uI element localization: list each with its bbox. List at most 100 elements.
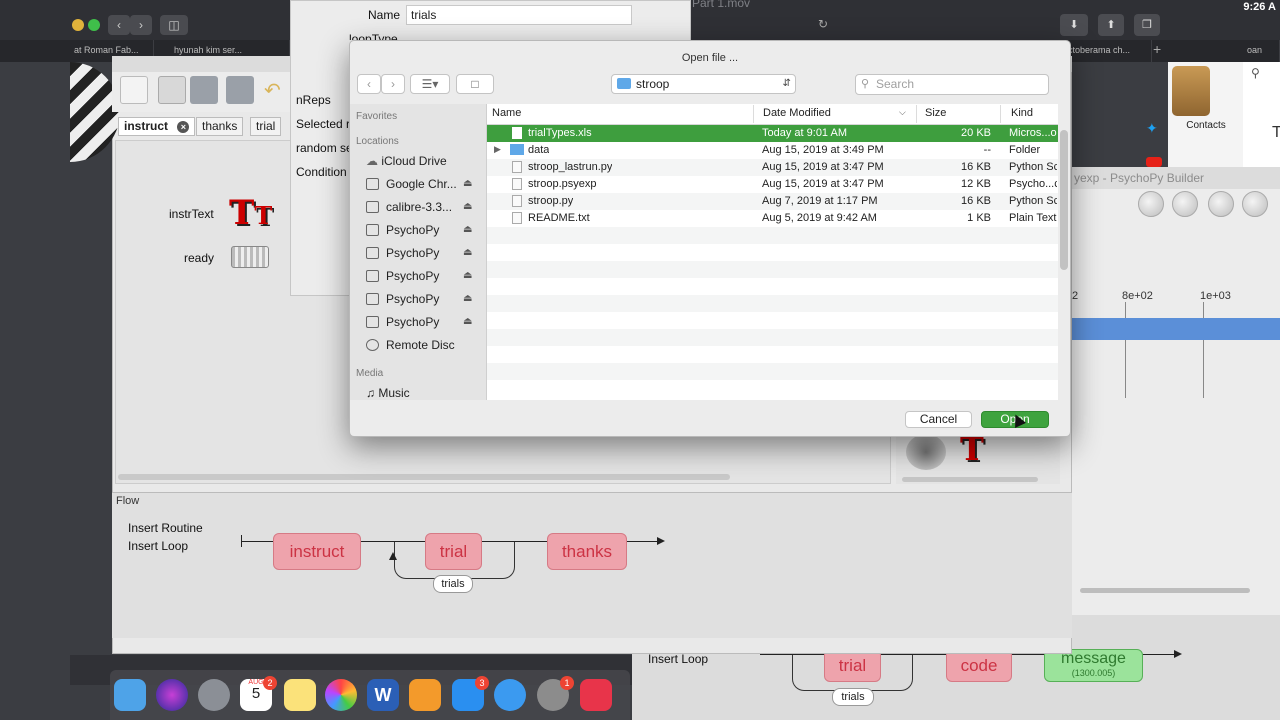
sidebar-item-icloud[interactable]: ☁ iCloud Drive bbox=[366, 154, 447, 168]
save-icon[interactable] bbox=[190, 76, 218, 104]
insert-loop-button[interactable]: Insert Loop bbox=[648, 652, 708, 666]
finder-icon[interactable] bbox=[114, 679, 146, 711]
photos-icon[interactable] bbox=[325, 679, 357, 711]
tab-instruct[interactable]: instruct × bbox=[118, 117, 196, 136]
word-icon[interactable]: W bbox=[367, 679, 399, 711]
routine-scrollbar[interactable] bbox=[118, 474, 730, 480]
file-date: Today at 9:01 AM bbox=[762, 127, 847, 139]
eject-icon[interactable]: ⏏ bbox=[463, 270, 472, 281]
eject-icon[interactable]: ⏏ bbox=[463, 293, 472, 304]
file-row-selected[interactable]: trialTypes.xls Today at 9:01 AM 20 KB Mi… bbox=[487, 125, 1058, 142]
new-folder-icon[interactable]: □ bbox=[456, 74, 494, 94]
zoom-window-button[interactable] bbox=[88, 19, 100, 31]
eject-icon[interactable]: ⏏ bbox=[463, 178, 472, 189]
builder-tool-icon[interactable] bbox=[1138, 191, 1164, 217]
view-options-icon[interactable]: ☰▾ bbox=[410, 74, 450, 94]
new-tab-icon[interactable]: + bbox=[1153, 41, 1161, 57]
eject-icon[interactable]: ⏏ bbox=[463, 224, 472, 235]
far-right-letter: T bbox=[1272, 124, 1280, 141]
sidebar-item-google-chrome[interactable]: Google Chr... bbox=[386, 177, 457, 191]
cancel-button[interactable]: Cancel bbox=[905, 411, 972, 428]
builder-tool-icon[interactable] bbox=[1172, 191, 1198, 217]
dialog-title: Open file ... bbox=[681, 52, 739, 64]
builder-tool-icon[interactable] bbox=[1208, 191, 1234, 217]
flow-routine-trial[interactable]: trial bbox=[425, 533, 482, 570]
file-kind: Folder bbox=[1009, 144, 1041, 156]
twitter-icon[interactable]: ✦ bbox=[1146, 120, 1158, 137]
books-icon[interactable] bbox=[409, 679, 441, 711]
back-icon[interactable]: ‹ bbox=[357, 74, 381, 94]
flow-routine-message-duration: (1300.005) bbox=[1071, 668, 1116, 678]
file-row[interactable]: stroop_lastrun.py Aug 15, 2019 at 3:47 P… bbox=[487, 159, 1058, 176]
tab-trial[interactable]: trial bbox=[250, 117, 282, 136]
sidebar-item-music[interactable]: ♫ Music bbox=[366, 386, 410, 400]
file-row[interactable]: ▶ data Aug 15, 2019 at 3:49 PM -- Folder bbox=[487, 142, 1058, 159]
sidebar-item-psychopy[interactable]: PsychoPy bbox=[386, 223, 439, 237]
timeline-tick: 1e+03 bbox=[1200, 290, 1231, 302]
back-icon[interactable]: ‹ bbox=[108, 15, 130, 35]
launchpad-icon[interactable] bbox=[198, 679, 230, 711]
file-row[interactable]: stroop.psyexp Aug 15, 2019 at 3:47 PM 12… bbox=[487, 176, 1058, 193]
disk-icon bbox=[366, 201, 379, 213]
file-size: 16 KB bbox=[961, 195, 991, 207]
forward-icon[interactable]: › bbox=[130, 15, 152, 35]
timeline-component-bar[interactable] bbox=[1072, 318, 1280, 340]
eject-icon[interactable]: ⏏ bbox=[463, 201, 472, 212]
file-row[interactable]: README.txt Aug 5, 2019 at 9:42 AM 1 KB P… bbox=[487, 210, 1058, 227]
download-icon[interactable]: ⬇ bbox=[1060, 14, 1088, 36]
loop-label-trials[interactable]: trials bbox=[433, 575, 473, 593]
file-list-scrollbar[interactable] bbox=[1060, 130, 1068, 270]
close-tab-icon[interactable]: × bbox=[177, 121, 190, 133]
loop-label-trials[interactable]: trials bbox=[832, 688, 874, 706]
sound-component-icon[interactable] bbox=[906, 434, 946, 470]
insert-routine-button[interactable]: Insert Routine bbox=[128, 521, 203, 535]
keyboard-component-icon[interactable] bbox=[231, 246, 269, 268]
component-label: ready bbox=[184, 251, 215, 265]
eject-icon[interactable]: ⏏ bbox=[463, 247, 472, 258]
open-file-icon[interactable] bbox=[158, 76, 186, 104]
text-component-icon[interactable]: TT bbox=[229, 193, 272, 233]
sidebar-toggle-icon[interactable]: ◫ bbox=[160, 15, 188, 35]
flow-routine-thanks[interactable]: thanks bbox=[547, 533, 627, 570]
news-icon[interactable] bbox=[580, 679, 612, 711]
eject-icon[interactable]: ⏏ bbox=[463, 316, 472, 327]
save-as-icon[interactable] bbox=[226, 76, 254, 104]
location-popup[interactable]: stroop ⇵ bbox=[611, 74, 796, 94]
disclosure-triangle-icon[interactable]: ▶ bbox=[494, 144, 501, 155]
horizontal-scrollbar[interactable] bbox=[1080, 588, 1250, 593]
column-size[interactable]: Size bbox=[925, 107, 946, 119]
sidebar-item-remote-disc[interactable]: Remote Disc bbox=[386, 338, 455, 352]
reload-icon[interactable]: ↻ bbox=[818, 17, 828, 31]
forward-icon[interactable]: › bbox=[381, 74, 405, 94]
sidebar-item-psychopy[interactable]: PsychoPy bbox=[386, 292, 439, 306]
safari-icon[interactable] bbox=[494, 679, 526, 711]
minimize-window-button[interactable] bbox=[72, 19, 84, 31]
column-kind[interactable]: Kind bbox=[1011, 107, 1033, 119]
notes-icon[interactable] bbox=[284, 679, 316, 711]
file-row[interactable]: stroop.py Aug 7, 2019 at 1:17 PM 16 KB P… bbox=[487, 193, 1058, 210]
tabs-overview-icon[interactable]: ❐ bbox=[1134, 14, 1160, 36]
new-file-icon[interactable] bbox=[120, 76, 148, 104]
zoom-icon[interactable]: ⚲ bbox=[1251, 66, 1260, 80]
column-date-modified[interactable]: Date Modified bbox=[763, 107, 831, 119]
youtube-icon[interactable] bbox=[1146, 157, 1162, 167]
sidebar-item-psychopy[interactable]: PsychoPy bbox=[386, 315, 439, 329]
sidebar-item-psychopy[interactable]: PsychoPy bbox=[386, 246, 439, 260]
tab-thanks[interactable]: thanks bbox=[196, 117, 244, 136]
undo-icon[interactable]: ↶ bbox=[264, 78, 281, 103]
tab-label: instruct bbox=[124, 119, 169, 133]
siri-icon[interactable] bbox=[156, 679, 188, 711]
browser-tab[interactable]: oan bbox=[1243, 40, 1280, 62]
builder-tool-icon[interactable] bbox=[1242, 191, 1268, 217]
components-scrollbar[interactable] bbox=[902, 477, 1038, 482]
search-input[interactable]: Search bbox=[855, 74, 1049, 95]
sidebar-item-psychopy[interactable]: PsychoPy bbox=[386, 269, 439, 283]
insert-loop-button[interactable]: Insert Loop bbox=[128, 539, 188, 553]
flow-routine-instruct[interactable]: instruct bbox=[273, 533, 361, 570]
disk-icon bbox=[366, 224, 379, 236]
sidebar-item-calibre[interactable]: calibre-3.3... bbox=[386, 200, 452, 214]
column-name[interactable]: Name bbox=[492, 107, 521, 119]
share-icon[interactable]: ⬆ bbox=[1098, 14, 1124, 36]
contacts-app-icon[interactable] bbox=[1172, 66, 1210, 116]
loop-name-field[interactable]: trials bbox=[406, 5, 632, 25]
